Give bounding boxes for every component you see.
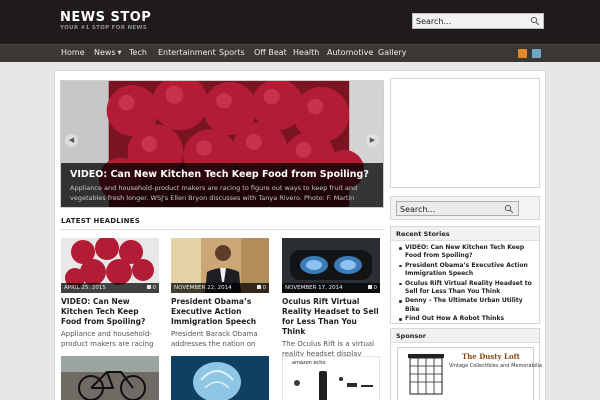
recent-story-item[interactable]: VIDEO: Can New Kitchen Tech Keep Food fr…: [399, 244, 533, 261]
nav-item-off-beat[interactable]: Off Beat: [254, 48, 287, 57]
sidebar-search: [390, 196, 540, 220]
nav-item-news[interactable]: News ▼: [94, 48, 121, 57]
echo-device-image: [294, 371, 373, 400]
comment-count[interactable]: 0: [257, 285, 267, 291]
sponsor-subtitle: Vintage Collectibles and Memorabilia: [449, 363, 542, 369]
nav-item-home[interactable]: Home: [61, 48, 85, 57]
recent-story-item[interactable]: Find Out How A Robot Thinks: [399, 315, 533, 323]
ad-placeholder: [390, 78, 540, 188]
comment-count[interactable]: 0: [368, 285, 378, 291]
latest-headlines-heading: LATEST HEADLINES: [61, 217, 140, 225]
caret-down-icon: ▼: [117, 50, 122, 56]
site-title[interactable]: NEWS STOP: [60, 10, 151, 25]
headline-card[interactable]: NOVEMBER 22, 2014 0 President Obama’s Ex…: [171, 238, 269, 348]
site-tagline: YOUR #1 STOP FOR NEWS: [60, 25, 148, 31]
recent-stories-widget: Recent Stories VIDEO: Can New Kitchen Te…: [390, 226, 540, 324]
card-excerpt: President Barack Obama addresses the nat…: [171, 330, 258, 348]
nav-item-health[interactable]: Health: [293, 48, 319, 57]
search-icon[interactable]: [530, 16, 540, 26]
card-date: NOVEMBER 22, 2014: [174, 284, 232, 291]
nav-item-entertainment[interactable]: Entertainment: [158, 48, 216, 57]
card-excerpt: Appliance and household-product makers a…: [61, 330, 154, 348]
sponsor-ad[interactable]: The Dusty Loft Vintage Collectibles and …: [397, 347, 542, 400]
rss-icon[interactable]: [518, 49, 527, 58]
header-search: [412, 13, 544, 29]
slider-caption: VIDEO: Can New Kitchen Tech Keep Food fr…: [61, 163, 383, 207]
chevron-right-icon: ▶: [369, 136, 376, 144]
section-divider: [60, 229, 384, 230]
robot-image: [171, 356, 269, 400]
recent-stories-list: VIDEO: Can New Kitchen Tech Keep Food fr…: [391, 241, 539, 324]
search-icon[interactable]: [504, 204, 514, 214]
sidebar-search-input[interactable]: [400, 203, 500, 215]
sponsor-widget: Sponsor The Dusty Loft Vintage Collectib…: [390, 328, 542, 400]
nav-item-sports[interactable]: Sports: [219, 48, 245, 57]
amazon-echo-thumb[interactable]: amazon echo: [282, 356, 380, 400]
recent-story-item[interactable]: President Obama’s Executive Action Immig…: [399, 262, 533, 279]
sponsor-title: Sponsor: [391, 329, 539, 343]
site-header: NEWS STOP YOUR #1 STOP FOR NEWS: [0, 0, 600, 44]
card-meta-bar: NOVEMBER 22, 2014 0: [171, 283, 269, 293]
comment-count[interactable]: 0: [147, 285, 157, 291]
main-nav: Home News ▼ Tech Entertainment Sports Off…: [0, 44, 600, 62]
card-meta-bar: APRIL 25, 2015 0: [61, 283, 159, 293]
card-title[interactable]: Oculus Rift Virtual Reality Headset to S…: [282, 297, 380, 337]
robot-thumb[interactable]: [171, 356, 269, 400]
card-date: APRIL 25, 2015: [64, 284, 106, 291]
card-image[interactable]: APRIL 25, 2015 0: [61, 238, 159, 293]
card-title[interactable]: President Obama’s Executive Action Immig…: [171, 297, 269, 327]
card-title[interactable]: VIDEO: Can New Kitchen Tech Keep Food fr…: [61, 297, 159, 327]
card-date: NOVEMBER 17, 2014: [285, 284, 343, 291]
sponsor-name: The Dusty Loft: [462, 352, 520, 361]
featured-slider[interactable]: ◀ ▶ VIDEO: Can New Kitchen Tech Keep Foo…: [60, 80, 384, 208]
card-image[interactable]: NOVEMBER 17, 2014 0: [282, 238, 380, 293]
header-search-input[interactable]: [416, 15, 528, 27]
slider-next-button[interactable]: ▶: [366, 134, 379, 147]
bike-thumb[interactable]: [61, 356, 159, 400]
card-image[interactable]: NOVEMBER 22, 2014 0: [171, 238, 269, 293]
card-meta-bar: NOVEMBER 17, 2014 0: [282, 283, 380, 293]
building-sketch-image: [408, 354, 444, 395]
nav-item-tech[interactable]: Tech: [129, 48, 147, 57]
twitter-icon[interactable]: [532, 49, 541, 58]
nav-item-news-label: News: [94, 48, 116, 57]
sidebar-search-box: [396, 201, 519, 216]
recent-story-item[interactable]: Oculus Rift Virtual Reality Headset to S…: [399, 280, 533, 297]
bike-image: [61, 356, 159, 400]
slider-prev-button[interactable]: ◀: [65, 134, 78, 147]
headline-card[interactable]: APRIL 25, 2015 0 VIDEO: Can New Kitchen …: [61, 238, 159, 348]
slider-text: Appliance and household-product makers a…: [70, 184, 358, 202]
headline-card[interactable]: NOVEMBER 17, 2014 0 Oculus Rift Virtual …: [282, 238, 380, 358]
nav-item-automotive[interactable]: Automotive: [327, 48, 373, 57]
recent-stories-title: Recent Stories: [391, 227, 539, 241]
nav-item-gallery[interactable]: Gallery: [378, 48, 407, 57]
slider-title[interactable]: VIDEO: Can New Kitchen Tech Keep Food fr…: [70, 169, 369, 180]
chevron-left-icon: ◀: [68, 136, 75, 144]
recent-story-item[interactable]: Denny – The Ultimate Urban Utility Bike: [399, 297, 533, 314]
